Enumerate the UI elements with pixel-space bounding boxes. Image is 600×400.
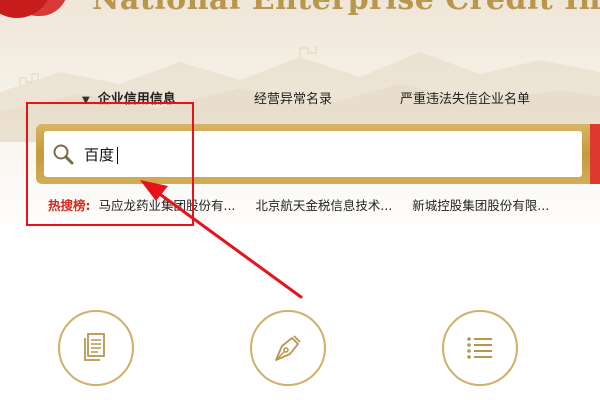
lantern-decoration — [0, 0, 52, 18]
search-box[interactable] — [44, 131, 582, 177]
hot-search-item[interactable]: 马应龙药业集团股份有... — [98, 198, 235, 213]
search-bar — [36, 124, 600, 184]
tab-label: 经营异常名录 — [254, 92, 333, 107]
tab-abnormal-operations-list[interactable]: 经营异常名录 — [254, 88, 332, 107]
list-icon — [467, 337, 492, 359]
tab-label: 企业信用信息 — [97, 92, 176, 107]
hot-search-list: 热搜榜: 马应龙药业集团股份有... 北京航天金税信息技术... 新城控股集团股… — [48, 195, 565, 214]
hot-search-item[interactable]: 北京航天金税信息技术... — [255, 198, 392, 213]
feature-pen[interactable] — [250, 310, 326, 386]
document-icon — [84, 333, 105, 361]
pen-nib-icon — [275, 335, 301, 361]
feature-list[interactable] — [442, 310, 518, 386]
brand-title: National Enterprise Credit Information P — [92, 0, 600, 17]
tab-enterprise-credit-info[interactable]: ▼ 企业信用信息 — [82, 88, 176, 107]
tab-label: 严重违法失信企业名单 — [400, 92, 531, 107]
text-cursor — [117, 147, 118, 164]
feature-document[interactable] — [58, 310, 134, 386]
hot-search-item[interactable]: 新城控股集团股份有限... — [412, 198, 549, 213]
search-button-edge[interactable] — [590, 124, 600, 184]
tab-serious-violations-list[interactable]: 严重违法失信企业名单 — [400, 88, 530, 107]
hot-search-label: 热搜榜: — [48, 198, 91, 213]
search-category-tabs: ▼ 企业信用信息 经营异常名录 严重违法失信企业名单 — [0, 88, 600, 112]
search-icon[interactable] — [52, 143, 74, 165]
caret-down-icon: ▼ — [82, 95, 90, 106]
search-input[interactable] — [84, 139, 564, 169]
